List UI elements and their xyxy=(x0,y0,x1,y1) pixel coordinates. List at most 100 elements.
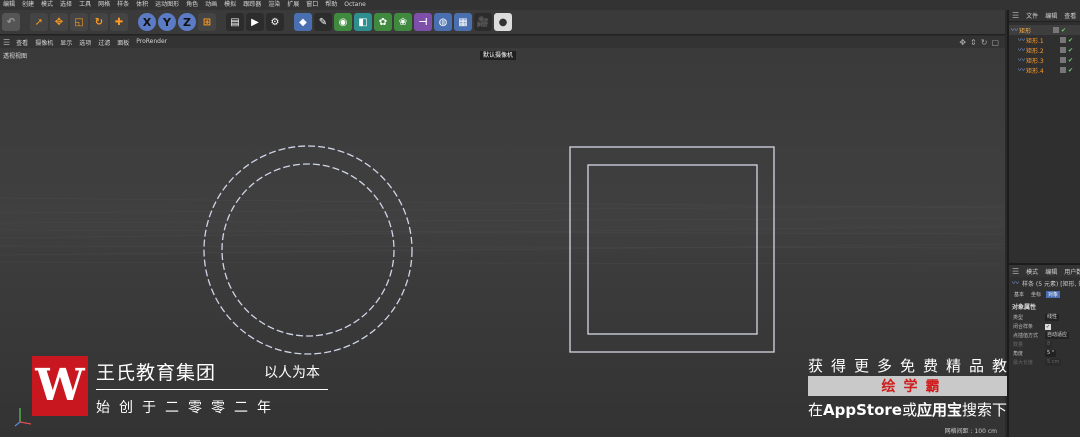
attribute-value[interactable]: 自动适应 xyxy=(1045,332,1070,339)
menu-item-1[interactable]: 创建 xyxy=(22,0,34,10)
menu-item-3[interactable]: 选择 xyxy=(60,0,72,10)
object-row[interactable]: 〰矩形.3 ✔ xyxy=(1009,55,1080,65)
inner-circle-spline[interactable] xyxy=(221,163,395,337)
menu-item-9[interactable]: 角色 xyxy=(186,0,198,10)
deformer-icon[interactable]: ⊣ xyxy=(414,13,432,31)
outer-rectangle-spline[interactable] xyxy=(569,146,775,353)
menu-item-5[interactable]: 网格 xyxy=(98,0,110,10)
om-tab-view[interactable]: 查看 xyxy=(1064,11,1076,20)
pen-icon[interactable]: ✎ xyxy=(314,13,332,31)
camera-label[interactable]: 默认摄像机 xyxy=(480,51,517,60)
company-subtitle: 始创于二零零二年 xyxy=(96,400,280,416)
am-menu-icon[interactable]: ☰ xyxy=(1012,267,1019,276)
viewport-menu-item-4[interactable]: 过滤 xyxy=(98,38,110,47)
attribute-value[interactable]: 5 ° xyxy=(1045,350,1057,357)
render-settings-icon[interactable]: ⚙ xyxy=(266,13,284,31)
layer-toggle[interactable] xyxy=(1060,67,1066,73)
menu-item-4[interactable]: 工具 xyxy=(79,0,91,10)
menu-item-7[interactable]: 体积 xyxy=(136,0,148,10)
render-view-icon[interactable]: ▶ xyxy=(246,13,264,31)
cube-icon[interactable]: ◆ xyxy=(294,13,312,31)
maximize-icon[interactable]: ▢ xyxy=(991,38,999,47)
zoom-icon[interactable]: ⇕ xyxy=(970,38,977,47)
attribute-value[interactable]: 8 xyxy=(1045,341,1053,348)
menu-item-8[interactable]: 运动图形 xyxy=(155,0,179,10)
object-name[interactable]: 矩形.3 xyxy=(1026,56,1060,65)
attribute-value[interactable]: 5 cm xyxy=(1045,359,1062,366)
environment-icon[interactable]: ◍ xyxy=(434,13,452,31)
menu-item-17[interactable]: Octane xyxy=(344,0,366,10)
am-subtab-1[interactable]: 坐标 xyxy=(1029,291,1043,298)
menu-item-10[interactable]: 动画 xyxy=(205,0,217,10)
extrude-icon[interactable]: ◧ xyxy=(354,13,372,31)
om-tab-edit[interactable]: 编辑 xyxy=(1045,11,1057,20)
enabled-check-icon[interactable]: ✔ xyxy=(1068,57,1073,64)
menu-item-14[interactable]: 扩展 xyxy=(287,0,299,10)
object-row[interactable]: 〰矩形.2 ✔ xyxy=(1009,45,1080,55)
menu-item-12[interactable]: 跟踪器 xyxy=(243,0,261,10)
am-subtab-0[interactable]: 基本 xyxy=(1012,291,1026,298)
enabled-check-icon[interactable]: ✔ xyxy=(1068,47,1073,54)
am-tab-edit[interactable]: 编辑 xyxy=(1045,267,1057,276)
object-manager-menu-icon[interactable]: ☰ xyxy=(1012,11,1019,20)
spline-icon: 〰 xyxy=(1018,66,1025,74)
object-row[interactable]: 〰矩形.1 ✔ xyxy=(1009,35,1080,45)
viewport-menu-icon[interactable]: ☰ xyxy=(3,38,10,47)
move-icon[interactable]: ✥ xyxy=(50,13,68,31)
viewport-menu-item-6[interactable]: ProRender xyxy=(136,38,167,47)
orbit-icon[interactable]: ↻ xyxy=(981,38,988,47)
viewport-menu-item-2[interactable]: 显示 xyxy=(60,38,72,47)
effector-icon[interactable]: ❀ xyxy=(394,13,412,31)
pan-icon[interactable]: ✥ xyxy=(959,38,966,47)
viewport-menu-item-0[interactable]: 查看 xyxy=(16,38,28,47)
menu-item-16[interactable]: 帮助 xyxy=(325,0,337,10)
undo-icon[interactable]: ↶ xyxy=(2,13,20,31)
am-subtab-2[interactable]: 对象 xyxy=(1046,290,1061,298)
attribute-value[interactable]: ✓ xyxy=(1045,323,1051,330)
x-axis-icon[interactable]: X xyxy=(138,13,156,31)
floor-icon[interactable]: ▦ xyxy=(454,13,472,31)
om-tab-file[interactable]: 文件 xyxy=(1026,11,1038,20)
render-region-icon[interactable]: ▤ xyxy=(226,13,244,31)
subdivision-icon[interactable]: ◉ xyxy=(334,13,352,31)
inner-rectangle-spline[interactable] xyxy=(587,164,758,335)
object-row[interactable]: 〰矩形.4 ✔ xyxy=(1009,65,1080,75)
y-axis-icon[interactable]: Y xyxy=(158,13,176,31)
viewport-menu-item-5[interactable]: 面板 xyxy=(117,38,129,47)
layer-toggle[interactable] xyxy=(1060,57,1066,63)
outer-circle-spline[interactable] xyxy=(203,145,413,355)
enabled-check-icon[interactable]: ✔ xyxy=(1061,27,1066,34)
enabled-check-icon[interactable]: ✔ xyxy=(1068,37,1073,44)
viewport-menu-item-3[interactable]: 选项 xyxy=(79,38,91,47)
object-row[interactable]: 〰矩形 ✔ xyxy=(1009,25,1080,35)
camera-icon[interactable]: 🎥 xyxy=(474,13,492,31)
menu-item-15[interactable]: 窗口 xyxy=(306,0,318,10)
select-icon[interactable]: ➚ xyxy=(30,13,48,31)
object-name[interactable]: 矩形.1 xyxy=(1026,36,1060,45)
layer-toggle[interactable] xyxy=(1060,37,1066,43)
cloner-icon[interactable]: ✿ xyxy=(374,13,392,31)
z-axis-icon[interactable]: Z xyxy=(178,13,196,31)
viewport-label: 透视视图 xyxy=(3,53,28,60)
object-name[interactable]: 矩形.2 xyxy=(1026,46,1060,55)
am-tab-userdata[interactable]: 用户数据 xyxy=(1064,267,1080,276)
enabled-check-icon[interactable]: ✔ xyxy=(1068,67,1073,74)
object-name[interactable]: 矩形.4 xyxy=(1026,66,1060,75)
layer-toggle[interactable] xyxy=(1053,27,1059,33)
scale-icon[interactable]: ◱ xyxy=(70,13,88,31)
add-icon[interactable]: ✚ xyxy=(110,13,128,31)
viewport-menu-item-1[interactable]: 摄像机 xyxy=(35,38,53,47)
am-tab-mode[interactable]: 模式 xyxy=(1026,267,1038,276)
rotate-icon[interactable]: ↻ xyxy=(90,13,108,31)
object-name[interactable]: 矩形 xyxy=(1019,26,1053,35)
menu-item-11[interactable]: 模拟 xyxy=(224,0,236,10)
menu-item-2[interactable]: 模式 xyxy=(41,0,53,10)
menu-item-13[interactable]: 渲染 xyxy=(268,0,280,10)
attribute-value[interactable]: 线性 xyxy=(1045,314,1060,321)
menu-item-6[interactable]: 样条 xyxy=(117,0,129,10)
coordinate-icon[interactable]: ⊞ xyxy=(198,13,216,31)
menu-item-0[interactable]: 编辑 xyxy=(3,0,15,10)
attribute-label: 最大长度 xyxy=(1013,360,1034,366)
layer-toggle[interactable] xyxy=(1060,47,1066,53)
light-icon[interactable]: ● xyxy=(494,13,512,31)
